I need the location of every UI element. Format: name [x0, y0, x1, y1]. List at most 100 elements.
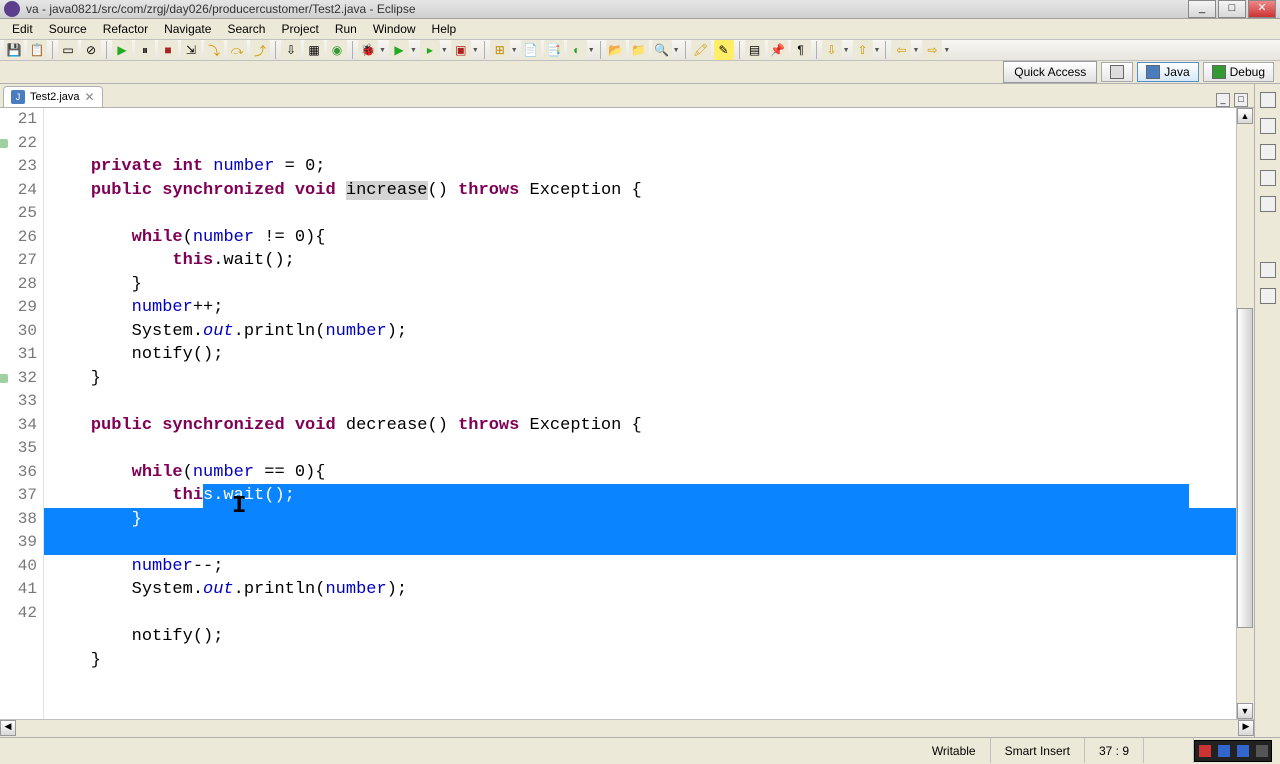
coverage-icon[interactable]: ◉: [327, 40, 347, 60]
open-type-icon[interactable]: ◐: [567, 40, 587, 60]
toggle-word-wrap-icon[interactable]: ▤: [745, 40, 765, 60]
toggle-breadcrumb-icon[interactable]: ▭: [58, 40, 78, 60]
save-all-icon[interactable]: 📋: [27, 40, 47, 60]
code-line[interactable]: this.wait();: [44, 484, 1236, 508]
debug-perspective-icon: [1212, 65, 1226, 79]
step-over-icon[interactable]: ⤼: [227, 40, 247, 60]
mark-icon[interactable]: ✎: [714, 40, 734, 60]
menu-navigate[interactable]: Navigate: [156, 19, 219, 39]
open-perspective-button[interactable]: [1101, 62, 1133, 82]
code-line[interactable]: System.out.println(number);: [44, 320, 1236, 344]
code-line[interactable]: [44, 390, 1236, 414]
code-line[interactable]: public synchronized void increase() thro…: [44, 179, 1236, 203]
code-line[interactable]: number--;: [44, 555, 1236, 579]
code-line[interactable]: }: [44, 273, 1236, 297]
code-line[interactable]: }: [44, 367, 1236, 391]
new-class-icon[interactable]: 📄: [521, 40, 541, 60]
team-view-icon[interactable]: [1260, 262, 1276, 278]
eclipse-icon: [4, 1, 20, 17]
code-line[interactable]: }: [44, 508, 1236, 532]
use-step-filters-icon[interactable]: ▦: [304, 40, 324, 60]
maximize-editor-icon[interactable]: □: [1234, 93, 1248, 107]
tray-icon[interactable]: [1218, 745, 1230, 757]
sync-view-icon[interactable]: [1260, 288, 1276, 304]
scroll-thumb[interactable]: [1237, 308, 1253, 628]
outline-view-icon[interactable]: [1260, 118, 1276, 134]
code-line[interactable]: private int number = 0;: [44, 155, 1236, 179]
menu-help[interactable]: Help: [424, 19, 465, 39]
skip-breakpoints-icon[interactable]: ⊘: [81, 40, 101, 60]
editor-tab-test2[interactable]: J Test2.java ✕: [3, 86, 103, 107]
prev-annotation-icon[interactable]: ⇧: [853, 40, 873, 60]
code-area[interactable]: private int number = 0; public synchroni…: [44, 108, 1236, 719]
status-bar: Writable Smart Insert 37 : 9: [0, 737, 1280, 763]
disconnect-icon[interactable]: ⇲: [181, 40, 201, 60]
minimize-button[interactable]: _: [1188, 0, 1216, 18]
debug-icon[interactable]: 🐞: [358, 40, 378, 60]
code-line[interactable]: notify();: [44, 625, 1236, 649]
run-last-icon[interactable]: ▸: [420, 40, 440, 60]
code-line[interactable]: while(number == 0){: [44, 461, 1236, 485]
open-resource-icon[interactable]: 📁: [629, 40, 649, 60]
code-line[interactable]: this.wait();: [44, 249, 1236, 273]
show-whitespace-icon[interactable]: ¶: [791, 40, 811, 60]
code-line[interactable]: number++;: [44, 296, 1236, 320]
minimize-editor-icon[interactable]: _: [1216, 93, 1230, 107]
quick-access-button[interactable]: Quick Access: [1003, 61, 1097, 83]
menu-run[interactable]: Run: [327, 19, 365, 39]
status-writable: Writable: [918, 738, 991, 763]
new-package-icon[interactable]: ⊞: [490, 40, 510, 60]
code-line[interactable]: [44, 202, 1236, 226]
drop-to-frame-icon[interactable]: ⇩: [281, 40, 301, 60]
back-icon[interactable]: ⇦: [891, 40, 911, 60]
menu-search[interactable]: Search: [219, 19, 273, 39]
menu-edit[interactable]: Edit: [4, 19, 41, 39]
tray-icon[interactable]: [1199, 745, 1211, 757]
menu-project[interactable]: Project: [273, 19, 326, 39]
pin-icon[interactable]: 📌: [768, 40, 788, 60]
code-line[interactable]: System.out.println(number);: [44, 578, 1236, 602]
search-icon[interactable]: 🔍: [652, 40, 672, 60]
tray-icon[interactable]: [1256, 745, 1268, 757]
tray-icon[interactable]: [1237, 745, 1249, 757]
vertical-scrollbar[interactable]: ▲ ▼: [1236, 108, 1254, 719]
stop-icon[interactable]: ■: [158, 40, 178, 60]
save-icon[interactable]: 💾: [4, 40, 24, 60]
type-hierarchy-icon[interactable]: [1260, 170, 1276, 186]
scroll-up-icon[interactable]: ▲: [1237, 108, 1253, 124]
run-icon[interactable]: ▶: [389, 40, 409, 60]
menu-source[interactable]: Source: [41, 19, 95, 39]
code-line[interactable]: }: [44, 649, 1236, 673]
code-line[interactable]: notify();: [44, 343, 1236, 367]
step-return-icon[interactable]: ⤴: [250, 40, 270, 60]
code-line[interactable]: public synchronized void decrease() thro…: [44, 414, 1236, 438]
horizontal-scrollbar[interactable]: ◀ ▶: [0, 719, 1254, 737]
maximize-button[interactable]: □: [1218, 0, 1246, 18]
code-editor[interactable]: 2122232425262728293031323334353637383940…: [0, 108, 1254, 719]
open-task-icon[interactable]: 📂: [606, 40, 626, 60]
view-icon[interactable]: [1260, 92, 1276, 108]
pause-icon[interactable]: ⏸: [135, 40, 155, 60]
task-view-icon[interactable]: [1260, 144, 1276, 160]
declaration-view-icon[interactable]: [1260, 196, 1276, 212]
status-cursor-position: 37 : 9: [1085, 738, 1144, 763]
new-type-icon[interactable]: 📑: [544, 40, 564, 60]
resume-icon[interactable]: ▶: [112, 40, 132, 60]
code-line[interactable]: [44, 602, 1236, 626]
scroll-right-icon[interactable]: ▶: [1238, 720, 1254, 736]
close-button[interactable]: ✕: [1248, 0, 1276, 18]
menu-window[interactable]: Window: [365, 19, 424, 39]
debug-perspective-button[interactable]: Debug: [1203, 62, 1274, 82]
tasks-icon[interactable]: 🖍: [691, 40, 711, 60]
code-line[interactable]: while(number != 0){: [44, 226, 1236, 250]
step-into-icon[interactable]: ⤵: [204, 40, 224, 60]
next-annotation-icon[interactable]: ⇩: [822, 40, 842, 60]
close-tab-icon[interactable]: ✕: [85, 90, 95, 104]
code-line[interactable]: [44, 437, 1236, 461]
code-line[interactable]: [44, 531, 1236, 555]
scroll-left-icon[interactable]: ◀: [0, 720, 16, 736]
external-tools-icon[interactable]: ▣: [451, 40, 471, 60]
java-perspective-button[interactable]: Java: [1137, 62, 1198, 82]
menu-refactor[interactable]: Refactor: [95, 19, 156, 39]
forward-icon[interactable]: ⇨: [922, 40, 942, 60]
